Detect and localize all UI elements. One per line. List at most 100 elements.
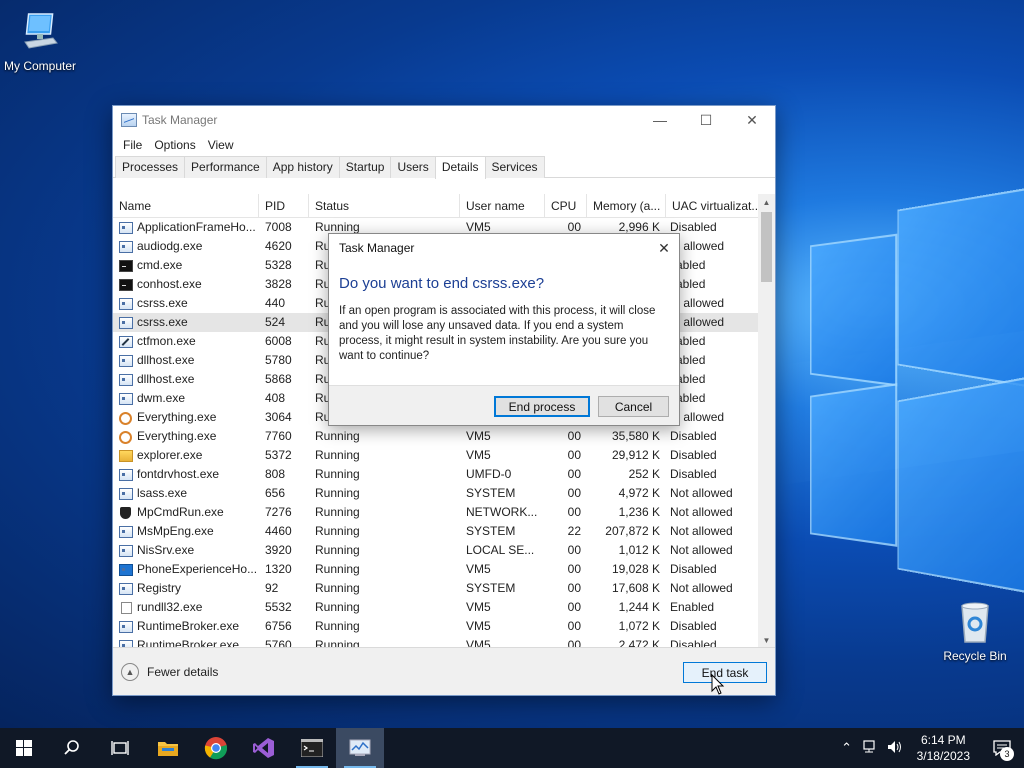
chevron-up-icon[interactable]: ⌃ bbox=[835, 740, 859, 756]
key-process-icon bbox=[119, 430, 133, 444]
process-status: Running bbox=[315, 467, 360, 481]
terminal-button[interactable] bbox=[288, 728, 336, 768]
table-row[interactable]: RuntimeBroker.exe 6756 Running VM5 00 1,072 K… bbox=[113, 617, 775, 636]
vertical-scrollbar[interactable]: ▲ ▼ bbox=[758, 194, 775, 649]
process-pid: 4620 bbox=[265, 239, 292, 253]
tab-services[interactable]: Services bbox=[484, 156, 545, 178]
app-process-icon bbox=[119, 316, 133, 329]
column-user-name[interactable]: User name bbox=[460, 194, 545, 218]
process-name: MpCmdRun.exe bbox=[137, 505, 224, 519]
minimize-button[interactable]: — bbox=[637, 106, 683, 134]
volume-icon[interactable] bbox=[883, 740, 907, 757]
maximize-button[interactable]: ☐ bbox=[683, 106, 729, 134]
process-pid: 3828 bbox=[265, 277, 292, 291]
menu-file[interactable]: File bbox=[117, 138, 148, 152]
tab-details[interactable]: Details bbox=[434, 156, 486, 179]
tab-app-history[interactable]: App history bbox=[265, 156, 340, 178]
process-status: Running bbox=[315, 505, 360, 519]
process-status: Running bbox=[315, 600, 360, 614]
dialog-heading: Do you want to end csrss.exe? bbox=[339, 275, 545, 292]
file-explorer-button[interactable] bbox=[144, 728, 192, 768]
network-icon[interactable] bbox=[859, 739, 883, 757]
clock[interactable]: 6:14 PM 3/18/2023 bbox=[907, 732, 980, 764]
table-row[interactable]: Registry 92 Running SYSTEM 00 17,608 K Not all… bbox=[113, 579, 775, 598]
chrome-button[interactable] bbox=[192, 728, 240, 768]
process-cpu: 00 bbox=[567, 600, 581, 614]
clock-date: 3/18/2023 bbox=[916, 749, 970, 763]
tab-startup[interactable]: Startup bbox=[338, 156, 392, 178]
close-button[interactable]: ✕ bbox=[729, 106, 775, 134]
table-row[interactable]: explorer.exe 5372 Running VM5 00 29,912 K Disa… bbox=[113, 446, 775, 465]
title-bar[interactable]: Task Manager — ☐ ✕ bbox=[113, 106, 775, 134]
process-name: cmd.exe bbox=[137, 258, 183, 272]
table-row[interactable]: fontdrvhost.exe 808 Running UMFD-0 00 252 K Di… bbox=[113, 465, 775, 484]
task-view-button[interactable] bbox=[96, 728, 144, 768]
table-row[interactable]: Everything.exe 7760 Running VM5 00 35,580 K Di… bbox=[113, 427, 775, 446]
end-process-button[interactable]: End process bbox=[494, 396, 590, 417]
table-row[interactable]: NisSrv.exe 3920 Running LOCAL SE... 00 1,012 … bbox=[113, 541, 775, 560]
column-pid[interactable]: PID bbox=[259, 194, 309, 218]
column-memory[interactable]: Memory (a... bbox=[587, 194, 666, 218]
process-user: VM5 bbox=[466, 600, 491, 614]
process-name: NisSrv.exe bbox=[137, 543, 195, 557]
process-cpu: 00 bbox=[567, 448, 581, 462]
process-pid: 808 bbox=[265, 467, 286, 481]
process-user: SYSTEM bbox=[466, 581, 516, 595]
app-process-icon bbox=[119, 221, 133, 234]
app-process-icon bbox=[119, 582, 133, 595]
process-memory: 35,580 K bbox=[611, 429, 660, 443]
start-button[interactable] bbox=[0, 728, 48, 768]
column-cpu[interactable]: CPU bbox=[545, 194, 587, 218]
process-status: Running bbox=[315, 581, 360, 595]
window-title: Task Manager bbox=[142, 113, 218, 127]
table-row[interactable]: MpCmdRun.exe 7276 Running NETWORK... 00 1,236… bbox=[113, 503, 775, 522]
taskbar: ⌃ 6:14 PM 3/18/2023 3 bbox=[0, 728, 1024, 768]
column-uac-virtualization[interactable]: UAC virtualizat... bbox=[666, 194, 758, 218]
process-pid: 656 bbox=[265, 486, 286, 500]
process-name: Everything.exe bbox=[137, 410, 217, 424]
tab-performance[interactable]: Performance bbox=[184, 156, 267, 178]
table-header: ⌃ Name PID Status User name CPU Memory (… bbox=[113, 194, 775, 218]
process-status: Running bbox=[315, 448, 360, 462]
cancel-button[interactable]: Cancel bbox=[598, 396, 669, 417]
computer-icon bbox=[17, 10, 63, 56]
menu-view[interactable]: View bbox=[202, 138, 240, 152]
process-pid: 5868 bbox=[265, 372, 292, 386]
scroll-thumb[interactable] bbox=[761, 212, 772, 282]
process-status: Running bbox=[315, 486, 360, 500]
dialog-title-bar[interactable]: Task Manager ✕ bbox=[329, 234, 679, 262]
process-name: explorer.exe bbox=[137, 448, 203, 462]
search-button[interactable] bbox=[48, 728, 96, 768]
process-memory: 1,236 K bbox=[618, 505, 660, 519]
table-row[interactable]: PhoneExperienceHo... 1320 Running VM5 00 19,0… bbox=[113, 560, 775, 579]
process-status: Running bbox=[315, 619, 360, 633]
process-pid: 524 bbox=[265, 315, 286, 329]
process-cpu: 22 bbox=[567, 524, 581, 538]
table-row[interactable]: MsMpEng.exe 4460 Running SYSTEM 22 207,872 K N… bbox=[113, 522, 775, 541]
search-icon bbox=[64, 740, 79, 755]
task-view-icon bbox=[111, 741, 129, 755]
dialog-close-icon[interactable]: ✕ bbox=[649, 240, 679, 257]
app-process-icon bbox=[119, 525, 133, 538]
process-user: NETWORK... bbox=[466, 505, 538, 519]
process-pid: 5372 bbox=[265, 448, 292, 462]
action-center-button[interactable]: 3 bbox=[980, 728, 1024, 768]
desktop-icon-my-computer[interactable]: My Computer bbox=[0, 10, 80, 73]
menu-options[interactable]: Options bbox=[148, 138, 201, 152]
tab-users[interactable]: Users bbox=[390, 156, 436, 178]
column-status[interactable]: Status bbox=[309, 194, 460, 218]
fewer-details-toggle[interactable]: ▲ Fewer details bbox=[121, 662, 218, 681]
tab-processes[interactable]: Processes bbox=[115, 156, 186, 178]
table-row[interactable]: lsass.exe 656 Running SYSTEM 00 4,972 K Not al… bbox=[113, 484, 775, 503]
process-status: Running bbox=[315, 524, 360, 538]
process-name: csrss.exe bbox=[137, 296, 188, 310]
table-row[interactable]: rundll32.exe 5532 Running VM5 00 1,244 K Enabl… bbox=[113, 598, 775, 617]
app-process-icon bbox=[119, 620, 133, 633]
task-manager-taskbar-button[interactable] bbox=[336, 728, 384, 768]
process-pid: 4460 bbox=[265, 524, 292, 538]
visual-studio-button[interactable] bbox=[240, 728, 288, 768]
desktop-icon-recycle-bin[interactable]: Recycle Bin bbox=[935, 600, 1015, 663]
process-pid: 5780 bbox=[265, 353, 292, 367]
process-pid: 7008 bbox=[265, 220, 292, 234]
scroll-up-icon[interactable]: ▲ bbox=[758, 194, 775, 211]
